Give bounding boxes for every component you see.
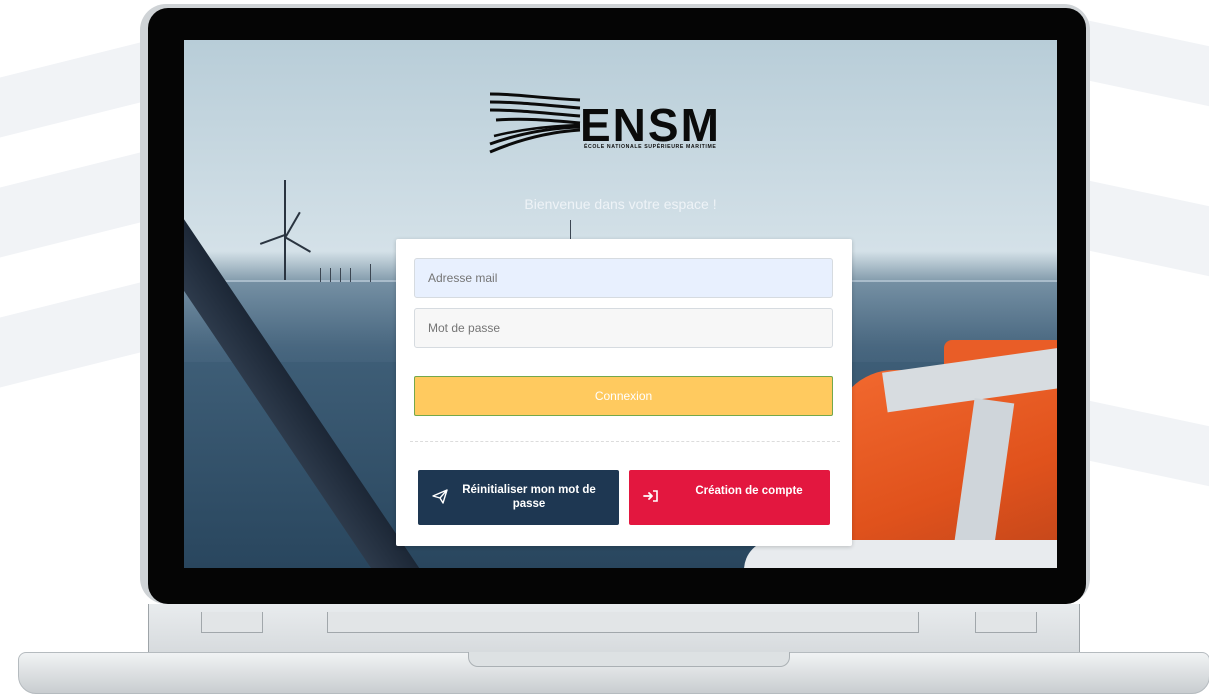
welcome-message: Bienvenue dans votre espace ! (524, 196, 717, 212)
turbine-blade (285, 211, 301, 237)
email-input[interactable] (414, 258, 833, 298)
wind-turbine (340, 268, 341, 282)
login-card: Connexion Réinitialiser mon mot de passe… (396, 239, 852, 546)
wind-turbine (330, 268, 331, 282)
login-button[interactable]: Connexion (414, 376, 833, 416)
ensm-logo: ENSM ÉCOLE NATIONALE SUPÉRIEURE MARITIME (488, 90, 763, 156)
background-stripe (1080, 398, 1209, 502)
wind-turbine (370, 264, 371, 282)
hinge-slot (975, 612, 1037, 633)
waves-logo-icon (489, 92, 581, 154)
wind-turbine (350, 268, 351, 282)
wind-turbine (320, 268, 321, 282)
turbine-blade (284, 236, 311, 253)
create-account-label: Création de compte (695, 485, 803, 497)
paper-plane-icon (432, 489, 448, 504)
reset-password-label: Réinitialiser mon mot de passe (462, 484, 596, 510)
turbine-blade (259, 234, 285, 245)
wind-turbine (570, 220, 571, 240)
hinge-slot (201, 612, 263, 633)
background-stripe (1080, 178, 1209, 292)
reset-password-button[interactable]: Réinitialiser mon mot de passe (418, 470, 619, 525)
password-input[interactable] (414, 308, 833, 348)
hinge-slot (327, 612, 919, 633)
wind-turbine (284, 180, 286, 280)
laptop-keyboard-deck (148, 604, 1080, 654)
logo-subtitle: ÉCOLE NATIONALE SUPÉRIEURE MARITIME (584, 144, 717, 150)
divider (410, 441, 840, 442)
trackpad (468, 652, 790, 667)
sign-in-icon (643, 490, 658, 502)
background-stripe (1080, 18, 1209, 122)
create-account-button[interactable]: Création de compte (629, 470, 830, 525)
laptop-base (18, 604, 1209, 694)
logo-text: ENSM (580, 99, 721, 151)
